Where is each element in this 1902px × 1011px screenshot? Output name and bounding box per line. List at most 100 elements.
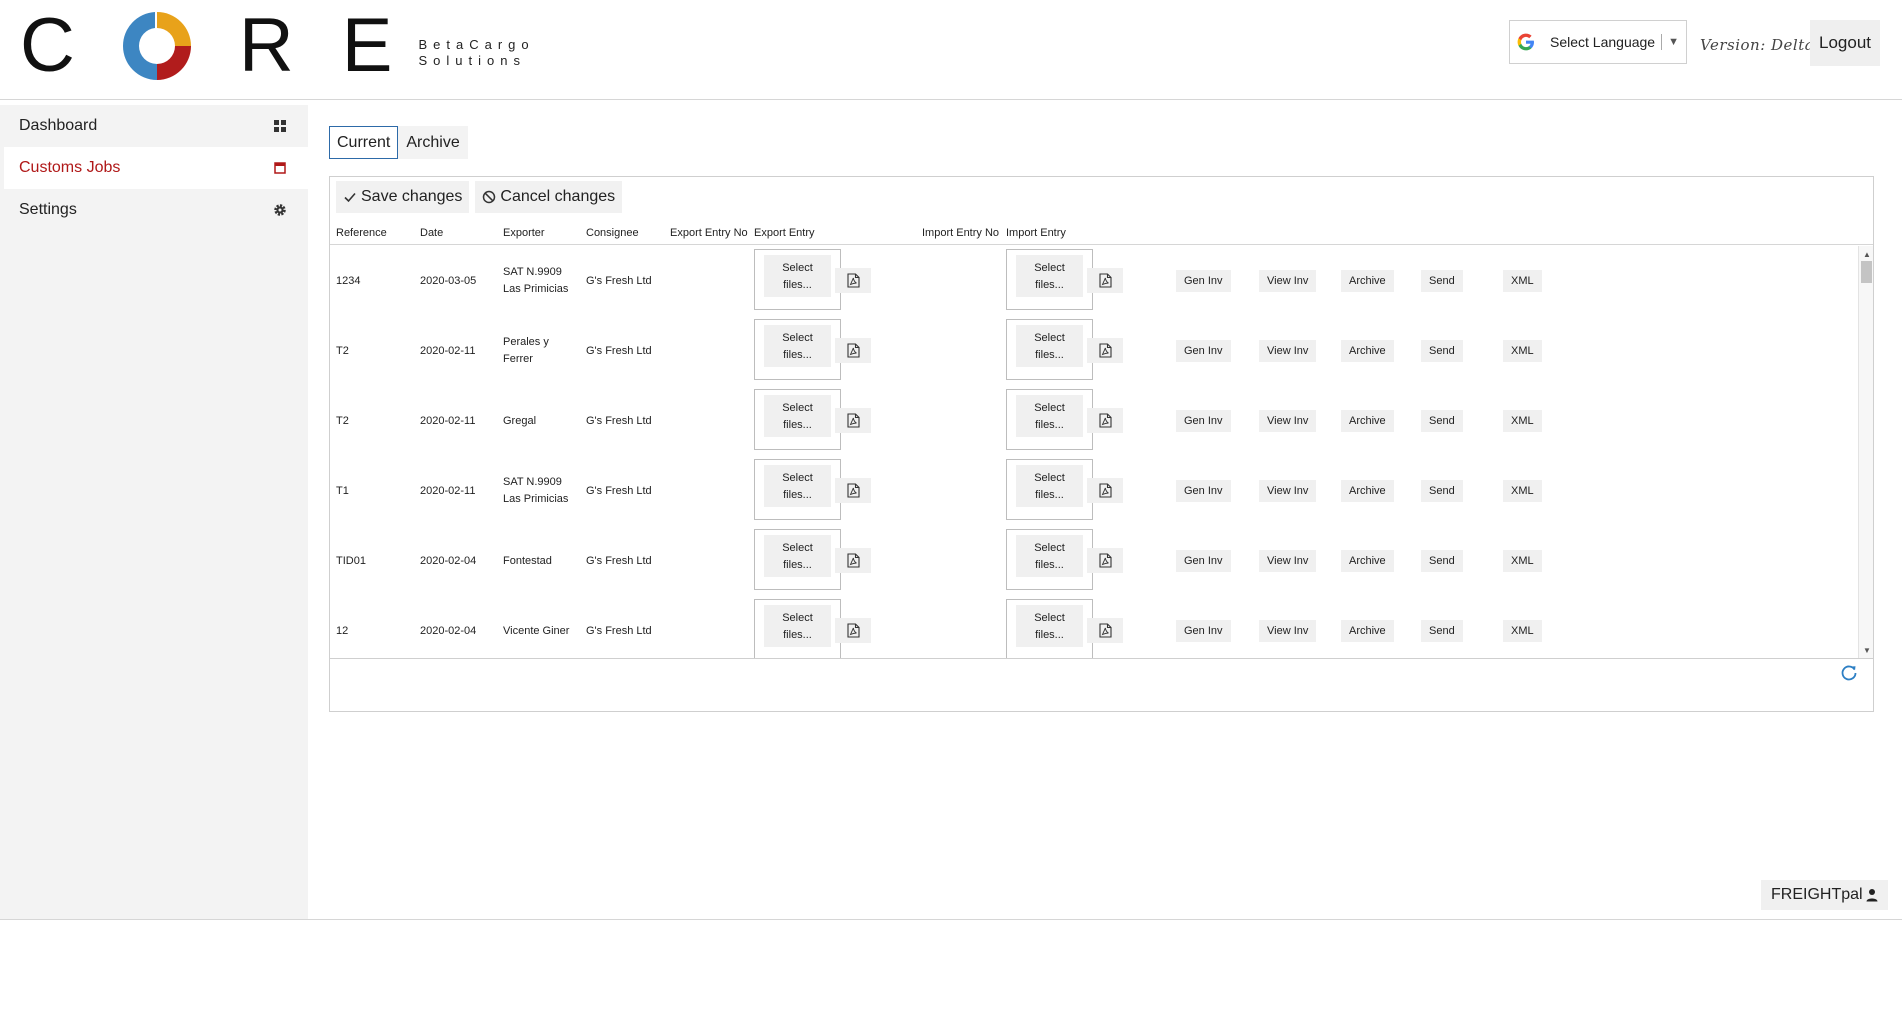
export-select-files-button[interactable]: Select files... (764, 535, 831, 577)
column-header-export-entry-no[interactable]: Export Entry No (670, 227, 748, 239)
archive-button[interactable]: Archive (1341, 620, 1394, 642)
table-row[interactable]: 12 2020-02-04 Vicente Giner G's Fresh Ltd Se… (330, 596, 1857, 658)
gen-inv-button[interactable]: Gen Inv (1176, 620, 1231, 642)
archive-button[interactable]: Archive (1341, 340, 1394, 362)
export-entry-dropzone[interactable]: Select files... (754, 249, 841, 310)
import-entry-dropzone[interactable]: Select files... (1006, 459, 1093, 520)
sidebar-item-customs-jobs[interactable]: Customs Jobs (4, 147, 308, 189)
archive-button[interactable]: Archive (1341, 550, 1394, 572)
sidebar-item-dashboard[interactable]: Dashboard (0, 105, 308, 147)
tab-current[interactable]: Current (329, 126, 399, 159)
xml-button[interactable]: XML (1503, 620, 1542, 642)
export-select-files-button[interactable]: Select files... (764, 255, 831, 297)
column-header-export-entry[interactable]: Export Entry (754, 227, 815, 239)
column-header-import-entry[interactable]: Import Entry (1006, 227, 1066, 239)
column-header-import-entry-no[interactable]: Import Entry No (922, 227, 999, 239)
export-pdf-icon[interactable] (835, 618, 871, 643)
grid-footer (330, 658, 1873, 711)
send-button[interactable]: Send (1421, 550, 1463, 572)
view-inv-button[interactable]: View Inv (1259, 550, 1317, 572)
save-changes-button[interactable]: Save changes (336, 181, 470, 213)
import-select-files-button[interactable]: Select files... (1016, 465, 1083, 507)
export-pdf-icon[interactable] (835, 268, 871, 293)
column-header-reference[interactable]: Reference (336, 227, 387, 239)
table-row[interactable]: T2 2020-02-11 Gregal G's Fresh Ltd Select fil… (330, 386, 1857, 456)
column-header-exporter[interactable]: Exporter (503, 227, 545, 239)
gen-inv-button[interactable]: Gen Inv (1176, 480, 1231, 502)
import-entry-dropzone[interactable]: Select files... (1006, 389, 1093, 450)
export-entry-dropzone[interactable]: Select files... (754, 389, 841, 450)
gen-inv-button[interactable]: Gen Inv (1176, 340, 1231, 362)
column-header-consignee[interactable]: Consignee (586, 227, 639, 239)
export-pdf-icon[interactable] (835, 548, 871, 573)
freightpal-button[interactable]: FREIGHTpal (1761, 880, 1888, 910)
column-header-date[interactable]: Date (420, 227, 443, 239)
export-pdf-icon[interactable] (835, 478, 871, 503)
export-select-files-button[interactable]: Select files... (764, 325, 831, 367)
send-button[interactable]: Send (1421, 480, 1463, 502)
select-files-line: Select (782, 542, 813, 554)
import-select-files-button[interactable]: Select files... (1016, 395, 1083, 437)
archive-button[interactable]: Archive (1341, 270, 1394, 292)
export-select-files-button[interactable]: Select files... (764, 465, 831, 507)
export-pdf-icon[interactable] (835, 408, 871, 433)
import-entry-dropzone[interactable]: Select files... (1006, 599, 1093, 658)
import-entry-dropzone[interactable]: Select files... (1006, 529, 1093, 590)
import-select-files-button[interactable]: Select files... (1016, 255, 1083, 297)
send-button[interactable]: Send (1421, 340, 1463, 362)
import-select-files-button[interactable]: Select files... (1016, 325, 1083, 367)
gen-inv-button[interactable]: Gen Inv (1176, 270, 1231, 292)
view-inv-button[interactable]: View Inv (1259, 410, 1317, 432)
view-inv-button[interactable]: View Inv (1259, 620, 1317, 642)
import-pdf-icon[interactable] (1087, 548, 1123, 573)
core-logo[interactable]: C R E BetaCargo Solutions (20, 6, 535, 86)
export-pdf-icon[interactable] (835, 338, 871, 363)
scroll-up-icon[interactable]: ▲ (1863, 250, 1871, 259)
scroll-down-icon[interactable]: ▼ (1863, 646, 1871, 655)
export-entry-dropzone[interactable]: Select files... (754, 599, 841, 658)
export-select-files-button[interactable]: Select files... (764, 395, 831, 437)
export-entry-dropzone[interactable]: Select files... (754, 529, 841, 590)
import-pdf-icon[interactable] (1087, 338, 1123, 363)
sidebar-item-settings[interactable]: Settings (0, 189, 308, 231)
view-inv-button[interactable]: View Inv (1259, 340, 1317, 362)
export-entry-dropzone[interactable]: Select files... (754, 459, 841, 520)
cancel-changes-button[interactable]: Cancel changes (475, 181, 623, 213)
tab-archive[interactable]: Archive (398, 126, 468, 159)
import-select-files-button[interactable]: Select files... (1016, 605, 1083, 647)
send-button[interactable]: Send (1421, 270, 1463, 292)
logout-button[interactable]: Logout (1810, 20, 1880, 66)
import-entry-dropzone[interactable]: Select files... (1006, 319, 1093, 380)
import-pdf-icon[interactable] (1087, 618, 1123, 643)
cell-reference: T2 (336, 414, 349, 427)
send-button[interactable]: Send (1421, 410, 1463, 432)
language-select[interactable]: Select Language ▼ (1509, 20, 1687, 64)
xml-button[interactable]: XML (1503, 340, 1542, 362)
scrollbar-thumb[interactable] (1861, 261, 1872, 283)
export-entry-dropzone[interactable]: Select files... (754, 319, 841, 380)
view-inv-button[interactable]: View Inv (1259, 480, 1317, 502)
xml-button[interactable]: XML (1503, 410, 1542, 432)
import-pdf-icon[interactable] (1087, 408, 1123, 433)
vertical-scrollbar[interactable]: ▲ ▼ (1858, 246, 1873, 658)
gen-inv-button[interactable]: Gen Inv (1176, 410, 1231, 432)
xml-button[interactable]: XML (1503, 270, 1542, 292)
table-row[interactable]: T2 2020-02-11 Perales y Ferrer G's Fresh Lt… (330, 316, 1857, 386)
export-select-files-button[interactable]: Select files... (764, 605, 831, 647)
import-entry-dropzone[interactable]: Select files... (1006, 249, 1093, 310)
archive-button[interactable]: Archive (1341, 410, 1394, 432)
table-row[interactable]: T1 2020-02-11 SAT N.9909 Las Primicias G's … (330, 456, 1857, 526)
archive-button[interactable]: Archive (1341, 480, 1394, 502)
import-select-files-button[interactable]: Select files... (1016, 535, 1083, 577)
xml-button[interactable]: XML (1503, 480, 1542, 502)
view-inv-button[interactable]: View Inv (1259, 270, 1317, 292)
table-row[interactable]: TID01 2020-02-04 Fontestad G's Fresh Ltd Sel… (330, 526, 1857, 596)
import-pdf-icon[interactable] (1087, 478, 1123, 503)
table-row[interactable]: 1234 2020-03-05 SAT N.9909 Las Primicias G'… (330, 246, 1857, 316)
cell-reference: T2 (336, 344, 349, 357)
import-pdf-icon[interactable] (1087, 268, 1123, 293)
gen-inv-button[interactable]: Gen Inv (1176, 550, 1231, 572)
xml-button[interactable]: XML (1503, 550, 1542, 572)
send-button[interactable]: Send (1421, 620, 1463, 642)
refresh-icon[interactable] (1839, 663, 1859, 683)
